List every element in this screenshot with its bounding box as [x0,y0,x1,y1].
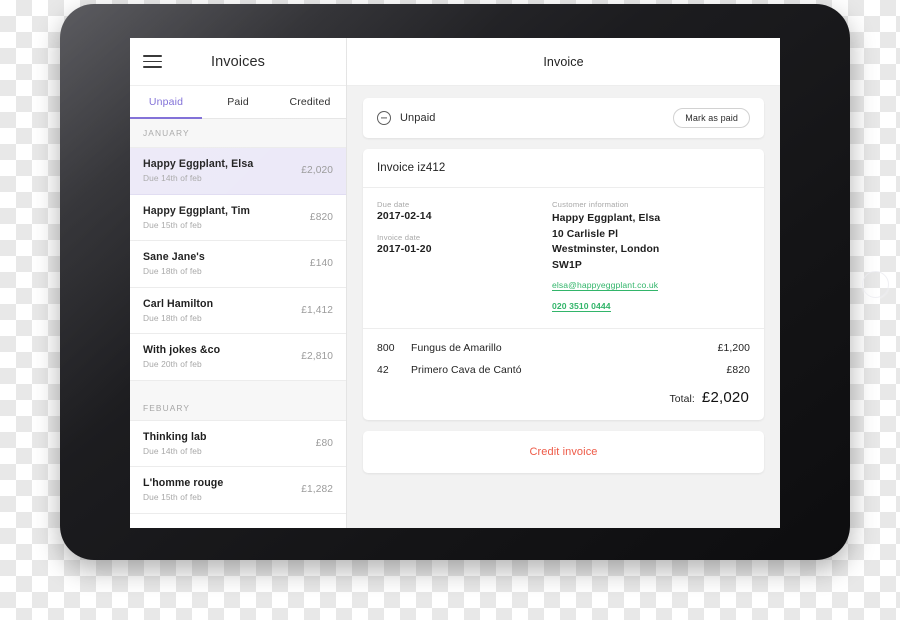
list-item-name: Thinking lab [143,430,207,443]
page-title: Invoice [543,54,584,69]
line-item-description: Fungus de Amarillo [411,343,502,354]
sidebar-header: Invoices [130,38,346,86]
month-group-header-febuary: FEBUARY [130,380,346,421]
customer-postcode: SW1P [552,259,582,271]
list-item-amount: £2,810 [301,351,333,363]
line-item-price: £1,200 [717,343,750,354]
list-item-due: Due 14th of feb [143,173,202,184]
status-card: Unpaid Mark as paid [363,98,764,138]
invoice-meta: Due date 2017-02-14 Invoice date 2017-01… [363,188,764,329]
list-item-amount: £820 [309,211,333,223]
tablet-screen: Invoices Unpaid Paid Credited JANUARY Ha… [130,38,780,528]
total-value: £2,020 [701,389,749,406]
list-item-amount: £2,020 [301,165,333,177]
detail-header: Invoice [347,38,780,86]
table-row: 42 Primero Cava de Cantó £820 [377,365,750,376]
list-item-name: Happy Eggplant, Elsa [143,158,254,171]
invoice-list-sidebar: Invoices Unpaid Paid Credited JANUARY Ha… [130,38,347,528]
total-label: Total: [669,394,695,405]
customer-phone-link[interactable]: 020 3510 0444 [552,301,611,312]
list-item[interactable]: Thinking lab Due 14th of feb £80 [130,420,346,467]
list-item-name: L'homme rouge [143,477,224,490]
invoice-detail-pane: Invoice Unpaid Mark as paid Invoice iz41… [347,38,780,528]
invoice-card: Invoice iz412 Due date 2017-02-14 Invoic… [363,149,764,420]
home-button[interactable] [862,271,889,298]
list-item-due: Due 14th of feb [143,445,202,456]
detail-body: Unpaid Mark as paid Invoice iz412 Due da… [347,86,780,528]
tab-unpaid[interactable]: Unpaid [130,86,202,119]
status-badge: Unpaid [400,112,436,124]
customer-info-label: Customer information [552,200,629,209]
list-item[interactable]: Carl Hamilton Due 18th of feb £1,412 [130,287,346,334]
customer-email-link[interactable]: elsa@happyeggplant.co.uk [552,280,659,291]
line-item-qty: 800 [377,343,395,354]
invoice-date-value: 2017-01-20 [377,244,432,255]
invoice-total: Total: £2,020 [377,389,750,406]
invoice-date-label: Invoice date [377,233,421,242]
circle-minus-icon [377,111,391,125]
list-item-amount: £1,282 [301,484,333,496]
invoice-dates: Due date 2017-02-14 Invoice date 2017-01… [377,200,552,314]
line-item-price: £820 [726,365,750,376]
list-item[interactable]: Happy Eggplant, Elsa Due 14th of feb £2,… [130,148,346,195]
due-date-label: Due date [377,200,410,209]
list-item[interactable]: With jokes &co Due 20th of feb £2,810 [130,334,346,381]
invoice-id: Invoice iz412 [363,149,764,188]
line-items: 800 Fungus de Amarillo £1,200 42 Primero… [363,329,764,420]
invoice-list: JANUARY Happy Eggplant, Elsa Due 14th of… [130,119,346,528]
table-row: 800 Fungus de Amarillo £1,200 [377,343,750,354]
list-item-due: Due 15th of feb [143,492,202,503]
customer-name: Happy Eggplant, Elsa [552,213,661,224]
due-date-value: 2017-02-14 [377,211,432,222]
list-item-amount: £1,412 [301,304,333,316]
list-item-due: Due 20th of feb [143,359,202,370]
month-group-header-january: JANUARY [130,119,346,148]
list-item-name: Sane Jane's [143,251,205,264]
customer-address-line-2: Westminster, London [552,244,660,255]
list-item-name: Carl Hamilton [143,297,214,310]
invoice-filter-tabs: Unpaid Paid Credited [130,86,346,119]
customer-information: Customer information Happy Eggplant, Els… [552,200,750,314]
list-item-due: Due 18th of feb [143,312,202,323]
list-item-name: Happy Eggplant, Tim [143,204,251,217]
tab-credited[interactable]: Credited [274,86,346,118]
credit-invoice-label: Credit invoice [529,446,598,458]
tablet-device-frame: Invoices Unpaid Paid Credited JANUARY Ha… [60,4,889,560]
list-item-due: Due 18th of feb [143,266,202,277]
list-item[interactable]: L'homme rouge Due 15th of feb £1,282 [130,467,346,514]
sidebar-title: Invoices [211,53,265,70]
credit-invoice-button[interactable]: Credit invoice [363,431,764,473]
tab-paid[interactable]: Paid [202,86,274,118]
line-item-description: Primero Cava de Cantó [411,365,522,376]
hamburger-icon[interactable] [143,54,162,69]
list-item-due: Due 15th of feb [143,219,202,230]
list-item-amount: £140 [309,258,333,270]
list-item[interactable]: Happy Eggplant, Tim Due 15th of feb £820 [130,194,346,241]
line-item-qty: 42 [377,365,389,376]
list-item-name: With jokes &co [143,344,221,357]
list-item-amount: £80 [315,437,333,449]
list-item[interactable]: Sane Jane's Due 18th of feb £140 [130,241,346,288]
customer-address-line-1: 10 Carlisle Pl [552,228,619,240]
mark-as-paid-button[interactable]: Mark as paid [673,108,750,128]
